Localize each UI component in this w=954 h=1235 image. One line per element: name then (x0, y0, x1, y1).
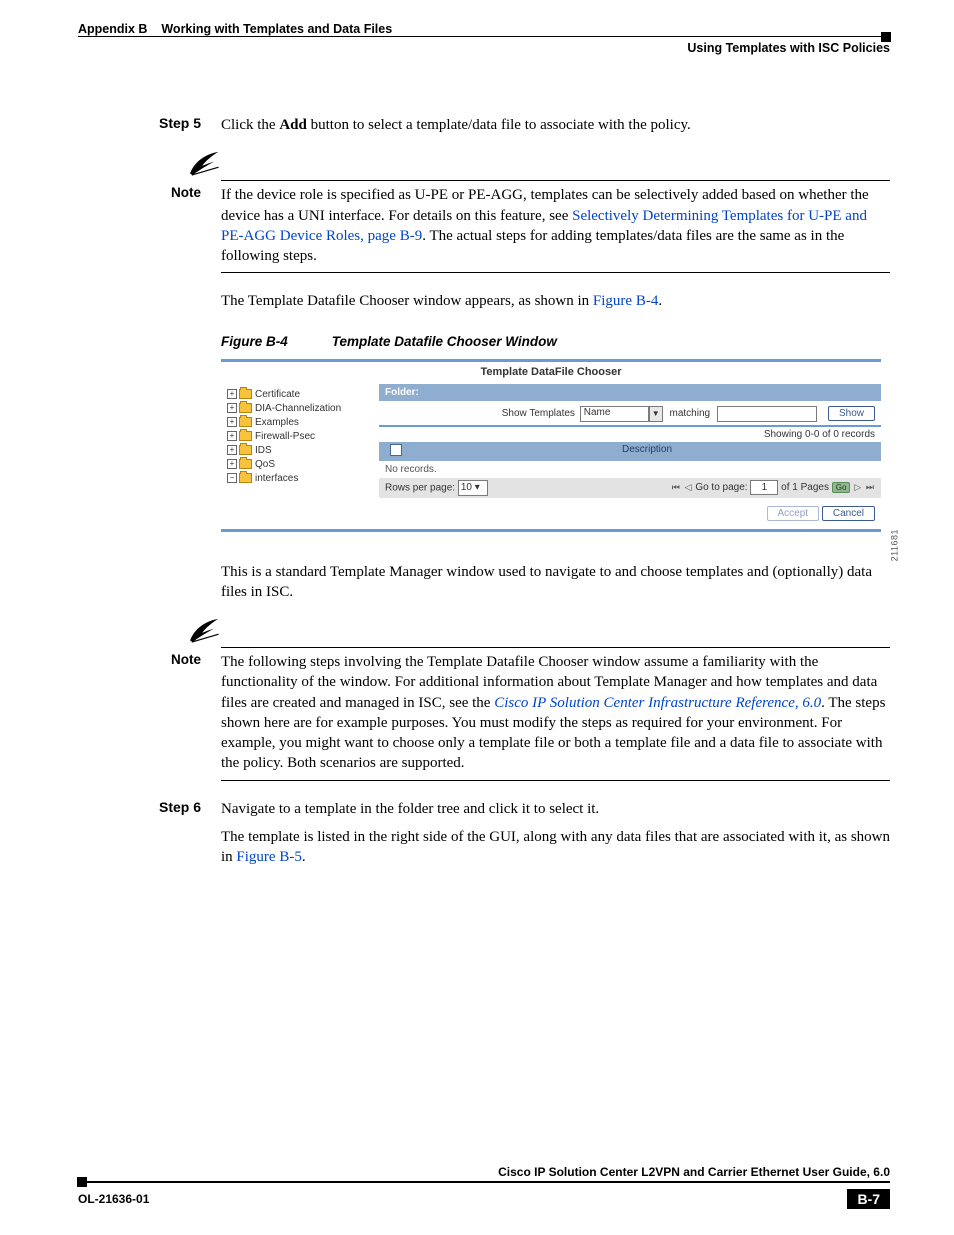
link-infra-ref[interactable]: Cisco IP Solution Center Infrastructure … (494, 695, 821, 711)
fig-page-input[interactable]: 1 (750, 480, 778, 495)
fig-folder-label: Folder: (379, 384, 881, 401)
figure-id-number: 211681 (889, 529, 899, 561)
fig-of-pages: of 1 Pages (781, 482, 829, 493)
note1-text: If the device role is specified as U-PE … (221, 185, 890, 266)
fig-title: Template DataFile Chooser (221, 362, 881, 384)
fig-rows-label: Rows per page: (385, 482, 455, 493)
fig-record-count: Showing 0-0 of 0 records (379, 427, 881, 442)
link-fig-b4[interactable]: Figure B-4 (593, 293, 658, 309)
note-icon (186, 150, 222, 183)
fig-accept-button[interactable]: Accept (767, 506, 820, 521)
fig-goto-label: Go to page: (695, 482, 747, 493)
fig-select-all-checkbox[interactable] (390, 444, 402, 456)
prev-page-icon[interactable]: ◁ (684, 482, 693, 493)
figure-caption: Figure B-4Template Datafile Chooser Wind… (221, 334, 890, 349)
fig-go-button[interactable]: Go (832, 482, 851, 493)
fig-show-combo[interactable]: Name (580, 406, 649, 422)
fig-rows-select[interactable]: 10 ▾ (458, 480, 488, 496)
fig-no-records: No records. (379, 461, 881, 478)
chevron-down-icon[interactable]: ▼ (649, 406, 663, 422)
footer-page-number: B-7 (847, 1189, 890, 1209)
footer-book-title: Cisco IP Solution Center L2VPN and Carri… (78, 1165, 890, 1179)
note-icon (186, 617, 222, 650)
step6-line1: Navigate to a template in the folder tre… (221, 799, 890, 819)
hdr-appendix: Appendix B (78, 22, 147, 36)
fig-show-label: Show Templates (502, 408, 575, 419)
note1-label: Note (78, 185, 221, 266)
figure-b4: Template DataFile Chooser +Certificate +… (221, 359, 881, 532)
para-std-manager: This is a standard Template Manager wind… (221, 562, 890, 603)
fig-tree[interactable]: +Certificate +DIA-Channelization +Exampl… (221, 384, 379, 529)
first-page-icon[interactable]: ⏮ (671, 482, 681, 493)
footer-rule-cap (77, 1177, 87, 1187)
step6-label: Step 6 (78, 799, 221, 868)
link-fig-b5[interactable]: Figure B-5 (236, 849, 301, 865)
fig-matching: matching (670, 408, 711, 419)
footer-ol-number: OL-21636-01 (78, 1192, 149, 1206)
note2-label: Note (78, 652, 221, 774)
step5-text: Click the Add button to select a templat… (221, 115, 890, 135)
hdr-section: Using Templates with ISC Policies (78, 41, 890, 55)
fig-show-button[interactable]: Show (828, 406, 875, 421)
last-page-icon[interactable]: ⏭ (865, 482, 875, 493)
hdr-chapter: Working with Templates and Data Files (161, 22, 392, 36)
fig-col-description: Description (413, 442, 881, 461)
next-page-icon[interactable]: ▷ (853, 482, 862, 493)
fig-matching-input[interactable] (717, 406, 817, 422)
fig-cancel-button[interactable]: Cancel (822, 506, 875, 521)
step6-line2: The template is listed in the right side… (221, 827, 890, 868)
header-rule-endcap (881, 32, 891, 42)
step5-label: Step 5 (78, 115, 221, 135)
note2-text: The following steps involving the Templa… (221, 652, 890, 774)
para-chooser-appears: The Template Datafile Chooser window app… (221, 291, 890, 311)
